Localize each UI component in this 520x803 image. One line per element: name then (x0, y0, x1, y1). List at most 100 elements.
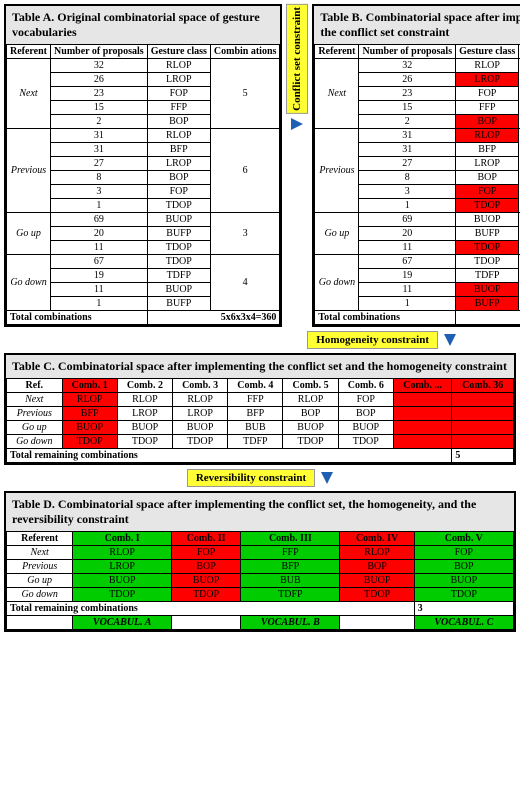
th: Comb. 2 (117, 379, 172, 393)
comb-cell: LROP (173, 407, 228, 421)
proposals-cell: 19 (51, 269, 148, 283)
comb-cell: TDOP (62, 435, 117, 449)
th: Ref. (7, 379, 63, 393)
gesture-cell: FOP (147, 87, 210, 101)
referent-cell: Go up (7, 421, 63, 435)
gesture-cell: BUOP (147, 213, 210, 227)
comb-cell: TDOP (172, 588, 241, 602)
arrow-down-icon (321, 472, 333, 484)
comb-cell: TDOP (414, 588, 513, 602)
referent-cell: Previous (7, 407, 63, 421)
proposals-cell: 11 (359, 283, 456, 297)
comb-cell: BOP (338, 407, 393, 421)
proposals-cell: 3 (51, 185, 148, 199)
th: Referent (315, 45, 359, 59)
th: Number of proposals (359, 45, 456, 59)
gesture-cell: FOP (456, 185, 519, 199)
gesture-cell: BUOP (147, 283, 210, 297)
gesture-cell: TDFP (147, 269, 210, 283)
comb-cell: BUOP (173, 421, 228, 435)
vocab-cell (172, 616, 241, 630)
comb-cell: TDOP (340, 588, 414, 602)
referent-cell: Go down (315, 255, 359, 311)
combinations-cell: 3 (210, 213, 280, 255)
proposals-cell: 67 (51, 255, 148, 269)
proposals-cell: 31 (359, 143, 456, 157)
proposals-cell: 1 (359, 297, 456, 311)
comb-cell (393, 407, 451, 421)
proposals-cell: 23 (51, 87, 148, 101)
table-a-grid: Referent Number of proposals Gesture cla… (6, 44, 280, 325)
proposals-cell: 69 (359, 213, 456, 227)
comb-cell: FOP (414, 546, 513, 560)
comb-cell: BUOP (283, 421, 338, 435)
table-c: Table C. Combinatorial space after imple… (4, 353, 516, 465)
proposals-cell: 26 (51, 73, 148, 87)
gesture-cell: LROP (456, 73, 519, 87)
comb-cell: RLOP (62, 393, 117, 407)
comb-cell: BOP (340, 560, 414, 574)
comb-cell: BOP (414, 560, 513, 574)
comb-cell: BUOP (338, 421, 393, 435)
comb-cell (393, 435, 451, 449)
proposals-cell: 1 (51, 199, 148, 213)
proposals-cell: 11 (359, 241, 456, 255)
referent-cell: Go down (7, 255, 51, 311)
table-c-total-label: Total remaining combinations (7, 449, 452, 463)
comb-cell: FOP (172, 546, 241, 560)
proposals-cell: 1 (51, 297, 148, 311)
gesture-cell: RLOP (456, 129, 519, 143)
table-d-total-val: 3 (414, 602, 513, 616)
combinations-cell: 6 (210, 129, 280, 213)
gesture-cell: BUOP (456, 213, 519, 227)
proposals-cell: 67 (359, 255, 456, 269)
combinations-cell: 5 (210, 59, 280, 129)
table-d: Table D. Combinatorial space after imple… (4, 491, 516, 632)
gesture-cell: TDOP (147, 199, 210, 213)
comb-cell (393, 393, 451, 407)
th: Referent (7, 532, 73, 546)
vocab-cell: VOCABUL. A (73, 616, 172, 630)
proposals-cell: 31 (51, 129, 148, 143)
proposals-cell: 27 (51, 157, 148, 171)
gesture-cell: BFP (147, 143, 210, 157)
gesture-cell: FOP (147, 185, 210, 199)
comb-cell: BFP (228, 407, 283, 421)
gesture-cell: TDOP (147, 241, 210, 255)
gesture-cell: TDOP (456, 199, 519, 213)
gesture-cell: LROP (147, 157, 210, 171)
gesture-cell: TDOP (147, 255, 210, 269)
gesture-cell: RLOP (147, 59, 210, 73)
referent-cell: Next (7, 393, 63, 407)
proposals-cell: 19 (359, 269, 456, 283)
referent-cell: Next (315, 59, 359, 129)
gesture-cell: TDFP (456, 269, 519, 283)
vocab-cell (340, 616, 414, 630)
proposals-cell: 69 (51, 213, 148, 227)
th: Comb. I (73, 532, 172, 546)
proposals-cell: 11 (51, 283, 148, 297)
conflict-strip: Conflict set constraint (286, 4, 308, 134)
comb-cell: TDOP (283, 435, 338, 449)
comb-cell (452, 393, 514, 407)
comb-cell: BOP (283, 407, 338, 421)
table-b-grid: Referent Number of proposals Gesture cla… (314, 44, 520, 325)
comb-cell: RLOP (283, 393, 338, 407)
th: Comb. 4 (228, 379, 283, 393)
gesture-cell: RLOP (147, 129, 210, 143)
comb-cell: TDFP (241, 588, 340, 602)
th: Comb. III (241, 532, 340, 546)
comb-cell: BFP (62, 407, 117, 421)
table-b-title: Table B. Combinatorial space after imple… (314, 6, 520, 44)
th: Comb. 1 (62, 379, 117, 393)
comb-cell: RLOP (117, 393, 172, 407)
table-c-title: Table C. Combinatorial space after imple… (6, 355, 514, 378)
comb-cell: BOP (172, 560, 241, 574)
table-a-total-label: Total combinations (7, 311, 148, 325)
referent-cell: Next (7, 546, 73, 560)
proposals-cell: 32 (359, 59, 456, 73)
proposals-cell: 20 (359, 227, 456, 241)
proposals-cell: 8 (359, 171, 456, 185)
gesture-cell: LROP (147, 73, 210, 87)
gesture-cell: TDOP (456, 241, 519, 255)
